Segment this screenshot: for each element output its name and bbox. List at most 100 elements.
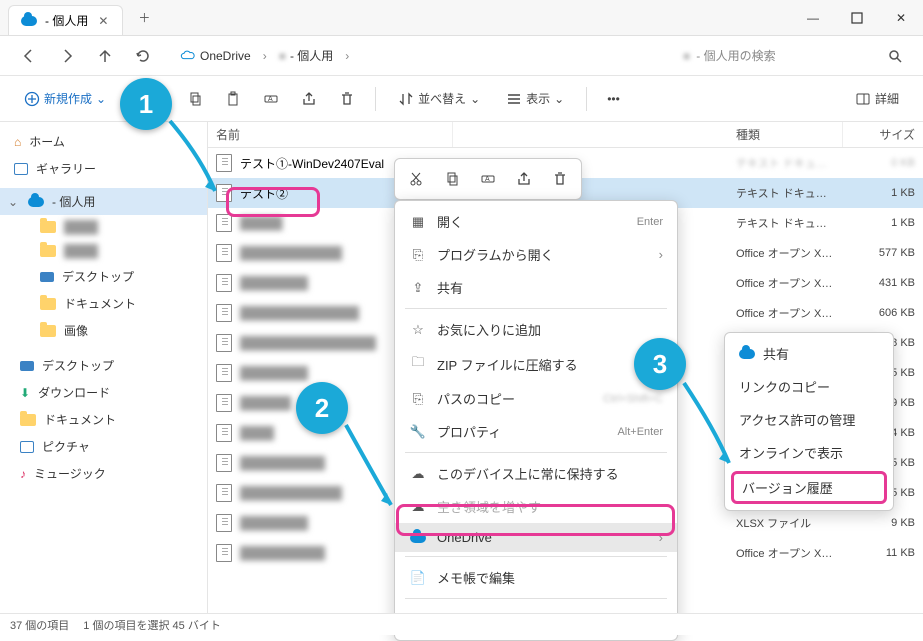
onedrive-icon xyxy=(739,349,755,359)
folder-icon xyxy=(40,325,56,337)
file-icon xyxy=(216,454,232,472)
sort-button[interactable]: 並べ替え ⌄ xyxy=(388,83,490,115)
chevron-right-icon: › xyxy=(263,49,267,63)
maximize-button[interactable] xyxy=(835,0,879,36)
more-button[interactable]: ••• xyxy=(599,83,628,115)
chevron-down-icon: ⌄ xyxy=(96,92,106,106)
cut-button[interactable] xyxy=(399,163,433,195)
ctx-open[interactable]: ▦開くEnter xyxy=(395,205,677,238)
close-button[interactable]: ✕ xyxy=(879,0,923,36)
sidebar-item-downloads[interactable]: ⬇ダウンロード xyxy=(0,379,207,406)
share-button[interactable] xyxy=(293,83,325,115)
zip-icon: 🗀 xyxy=(409,353,427,375)
minimize-button[interactable]: — xyxy=(791,0,835,36)
context-mini-toolbar: A xyxy=(394,158,582,200)
column-name[interactable]: 名前 xyxy=(208,122,453,147)
file-icon xyxy=(216,394,232,412)
sidebar-item-documents-loc[interactable]: ドキュメント xyxy=(0,406,207,433)
search-input[interactable]: ■ - 個人用の検索 xyxy=(675,43,875,68)
annotation-step-1: 1 xyxy=(120,78,172,130)
sub-share[interactable]: 共有 xyxy=(725,337,893,370)
copy-button[interactable] xyxy=(435,163,469,195)
sidebar-item-desktop[interactable]: デスクトップ xyxy=(0,263,207,290)
chevron-right-icon[interactable]: › xyxy=(345,49,349,63)
sub-copy-link[interactable]: リンクのコピー xyxy=(725,370,893,403)
file-icon xyxy=(216,514,232,532)
svg-text:A: A xyxy=(268,96,273,103)
up-button[interactable] xyxy=(88,40,122,72)
file-name: テスト② xyxy=(240,185,288,202)
ctx-copy-path[interactable]: ⎘パスのコピーCtrl+Shift+C xyxy=(395,382,677,415)
pictures-icon xyxy=(20,441,34,453)
annotation-arrow-1 xyxy=(160,116,230,206)
window-tab[interactable]: - 個人用 ✕ xyxy=(8,5,123,35)
ctx-keep-device[interactable]: ☁このデバイス上に常に保持する xyxy=(395,457,677,490)
onedrive-submenu: 共有 リンクのコピー アクセス許可の管理 オンラインで表示 バージョン履歴 xyxy=(724,332,894,511)
path-icon: ⎘ xyxy=(409,391,427,407)
chevron-right-icon: › xyxy=(659,247,663,262)
ctx-free-space: ☁空き領域を増やす xyxy=(395,490,677,523)
paste-button[interactable] xyxy=(217,83,249,115)
folder-icon xyxy=(20,414,36,426)
download-icon: ⬇ xyxy=(20,386,30,400)
file-icon xyxy=(216,484,232,502)
folder-icon xyxy=(40,221,56,233)
search-icon[interactable] xyxy=(879,40,911,72)
breadcrumb[interactable]: OneDrive › ■- 個人用 › xyxy=(174,43,671,68)
copy-button[interactable] xyxy=(179,83,211,115)
onedrive-icon xyxy=(409,533,427,543)
delete-button[interactable] xyxy=(331,83,363,115)
new-button[interactable]: 新規作成 ⌄ xyxy=(14,83,116,115)
close-tab-button[interactable]: ✕ xyxy=(96,14,110,28)
details-button[interactable]: 詳細 xyxy=(845,90,909,107)
new-tab-button[interactable]: ＋ xyxy=(129,3,159,33)
view-button[interactable]: 表示 ⌄ xyxy=(496,83,574,115)
share-button[interactable] xyxy=(507,163,541,195)
svg-text:A: A xyxy=(485,176,490,183)
rename-button[interactable]: A xyxy=(471,163,505,195)
ctx-open-with[interactable]: ⎘プログラムから開く› xyxy=(395,238,677,271)
file-icon xyxy=(216,334,232,352)
sidebar-item-music[interactable]: ♪ミュージック xyxy=(0,460,207,487)
titlebar: - 個人用 ✕ ＋ — ✕ xyxy=(0,0,923,36)
sidebar-item-folder[interactable]: ████ xyxy=(0,215,207,239)
file-icon xyxy=(216,214,232,232)
chevron-down-icon: ⌄ xyxy=(8,195,20,209)
ctx-share[interactable]: ⇪共有 xyxy=(395,271,677,304)
file-icon xyxy=(216,424,232,442)
sidebar-item-desktop-loc[interactable]: デスクトップ xyxy=(0,352,207,379)
gallery-icon xyxy=(14,163,28,175)
folder-icon xyxy=(40,298,56,310)
onedrive-icon xyxy=(21,16,37,26)
delete-button[interactable] xyxy=(543,163,577,195)
sub-view-online[interactable]: オンラインで表示 xyxy=(725,436,893,469)
file-icon xyxy=(216,544,232,562)
column-type[interactable]: 種類 xyxy=(728,122,843,147)
sub-manage-access[interactable]: アクセス許可の管理 xyxy=(725,403,893,436)
open-icon: ▦ xyxy=(409,214,427,230)
forward-button[interactable] xyxy=(50,40,84,72)
chevron-right-icon: › xyxy=(659,530,663,545)
ctx-favorite[interactable]: ☆お気に入りに追加 xyxy=(395,313,677,346)
ctx-notepad[interactable]: 📄メモ帳で編集 xyxy=(395,561,677,594)
chevron-down-icon: ⌄ xyxy=(470,92,480,106)
refresh-button[interactable] xyxy=(126,40,160,72)
ctx-onedrive[interactable]: OneDrive› xyxy=(395,523,677,552)
column-headers: 名前 種類 サイズ xyxy=(208,122,923,148)
sidebar-item-pictures[interactable]: 画像 xyxy=(0,317,207,344)
crumb-personal[interactable]: ■- 個人用 xyxy=(273,43,340,68)
sidebar-item-folder[interactable]: ████ xyxy=(0,239,207,263)
rename-button[interactable]: A xyxy=(255,83,287,115)
star-icon: ☆ xyxy=(409,322,427,338)
sub-version-history[interactable]: バージョン履歴 xyxy=(731,471,887,504)
ctx-properties[interactable]: 🔧プロパティAlt+Enter xyxy=(395,415,677,448)
sidebar-item-pictures-loc[interactable]: ピクチャ xyxy=(0,433,207,460)
sidebar-item-documents[interactable]: ドキュメント xyxy=(0,290,207,317)
notepad-icon: 📄 xyxy=(409,570,427,586)
back-button[interactable] xyxy=(12,40,46,72)
status-item-count: 37 個の項目 xyxy=(10,617,69,633)
column-size[interactable]: サイズ xyxy=(843,122,923,147)
annotation-arrow-3 xyxy=(674,378,744,478)
statusbar: 37 個の項目 1 個の項目を選択 45 バイト xyxy=(0,613,923,635)
crumb-onedrive[interactable]: OneDrive xyxy=(174,44,257,68)
